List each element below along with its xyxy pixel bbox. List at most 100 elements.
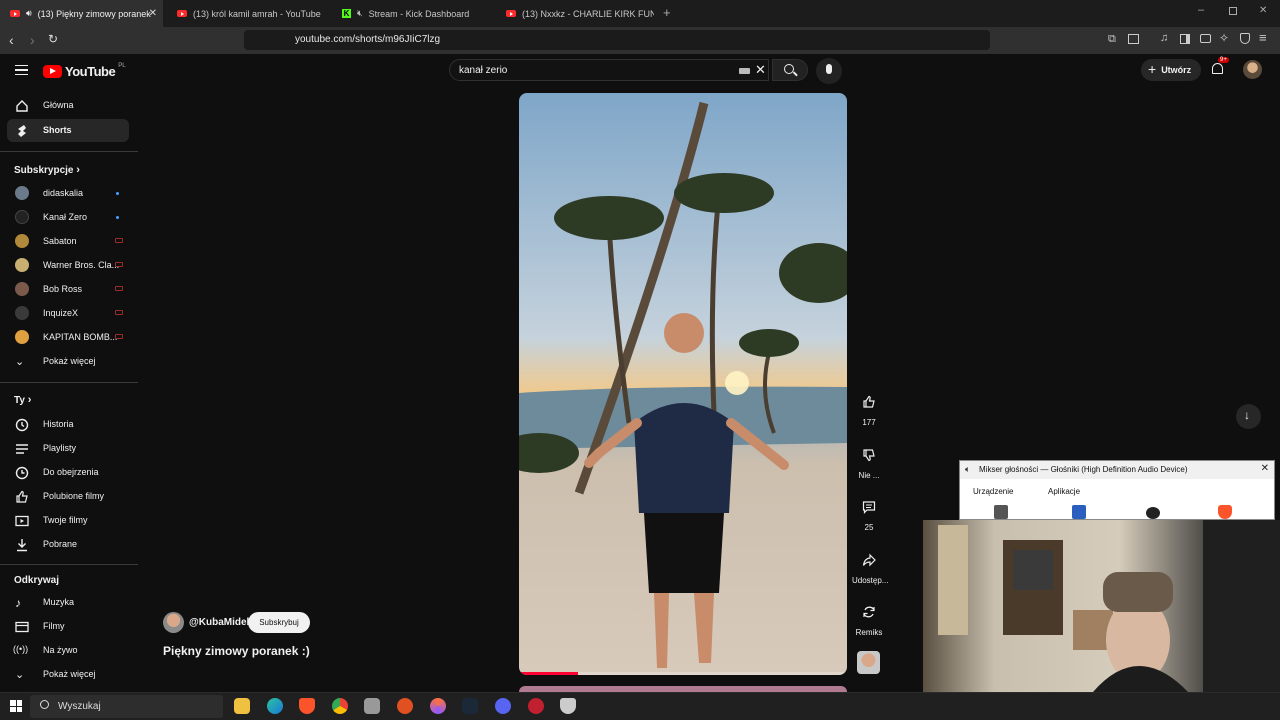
new-tab-button[interactable]: + [663,5,671,20]
wallet-icon[interactable] [1200,34,1211,43]
subscription-label: Kanał Zero [43,212,88,222]
voice-search-button[interactable] [816,58,842,84]
sidebar-item-films[interactable]: Filmy [7,615,129,638]
windows-start-icon[interactable] [10,700,22,712]
sidebar-label: Polubione filmy [43,491,105,501]
subscribe-button[interactable]: Subskrybuj [248,612,310,633]
channel-avatar [15,210,29,224]
sidebar-item-watch-later[interactable]: Do obejrzenia [7,461,129,484]
tab-kick-dashboard[interactable]: K 🔇︎ Stream - Kick Dashboard [332,0,492,27]
plus-icon: + [1148,61,1157,77]
create-button[interactable]: + Utwórz [1141,59,1201,81]
subscription-item[interactable]: Kanał Zero [7,206,129,229]
subscription-label: KAPITAN BOMB... [43,332,118,342]
next-short-button[interactable]: ↓ [1236,404,1261,429]
app-icon-active[interactable] [560,698,576,714]
video-progress-bar[interactable] [519,672,847,675]
back-button[interactable]: ‹ [9,32,14,48]
url-text[interactable]: youtube.com/shorts/m96JIiC7lzg [295,34,440,45]
forward-button[interactable]: › [30,32,35,48]
subscription-item[interactable]: KAPITAN BOMB... [7,326,129,349]
minimize-button[interactable]: – [1198,4,1204,16]
divider [0,382,138,383]
brave-icon[interactable] [299,698,315,714]
logo-wordmark: YouTube [65,63,116,79]
sidebar-item-liked[interactable]: Polubione filmy [7,485,129,508]
hamburger-menu-icon[interactable] [15,65,28,75]
search-input[interactable]: kanał zerio [459,65,507,76]
discord-icon[interactable] [495,698,511,714]
show-more-subscriptions[interactable]: ⌄ Pokaż więcej [7,350,129,373]
subscription-label: InquizeX [43,308,79,318]
reload-button[interactable]: ↻ [48,32,58,46]
subscription-item[interactable]: Warner Bros. Cla... [7,254,129,277]
chevron-down-icon: ⌄ [15,669,25,681]
live-indicator-icon [115,262,123,267]
sidebar-item-music[interactable]: ♪ Muzyka [7,591,129,614]
sidebar-item-home[interactable]: Główna [7,94,129,117]
vpn-icon[interactable] [1240,33,1250,44]
dislike-button[interactable]: Nie ... [852,443,886,480]
you-title[interactable]: Ty › [14,394,31,406]
logo-region: PL [118,63,126,69]
sidebar-item-playlists[interactable]: Playlisty [7,437,129,460]
edge-icon[interactable] [267,698,283,714]
keyboard-icon[interactable] [739,68,750,74]
obs-like-icon[interactable] [397,698,413,714]
account-avatar[interactable] [1243,60,1262,79]
channel-avatar [15,258,29,272]
subscription-label: Bob Ross [43,284,83,294]
subscription-item[interactable]: Sabaton [7,230,129,253]
playlist-icon [15,442,29,456]
comments-button[interactable]: 25 [852,495,886,532]
screenshot-icon[interactable] [1128,34,1139,44]
short-video[interactable] [519,93,847,675]
sidebar-item-history[interactable]: Historia [7,413,129,436]
tab-youtube-funk[interactable]: (13) Nxxkz - CHARLIE KIRK FUNK (OF [496,0,654,27]
subscription-item[interactable]: InquizeX [7,302,129,325]
mixer-close-button[interactable]: ✕ [1261,463,1269,474]
leo-ai-icon[interactable]: ✧ [1219,31,1229,45]
dislike-label: Nie ... [858,471,880,480]
show-more-explore[interactable]: ⌄ Pokaż więcej [7,663,129,686]
taskbar-search-box[interactable]: Wyszukaj [30,695,223,718]
sidebar-item-live[interactable]: ((•)) Na żywo [7,639,129,662]
divider [0,564,138,565]
video-progress-fill [519,672,579,675]
menu-icon[interactable]: ≡ [1259,30,1267,45]
search-button[interactable] [772,59,808,81]
media-icon[interactable]: ♫ [1160,32,1168,44]
like-button[interactable]: 177 [852,390,886,427]
share-button[interactable]: Udostęp... [852,548,888,585]
sidebar-item-downloads[interactable]: Pobrane [7,533,129,556]
download-icon [15,538,29,552]
sidebar-toggle-icon[interactable] [1180,34,1190,44]
firefox-icon[interactable] [430,698,446,714]
new-content-dot [116,216,119,219]
remix-button[interactable]: Remiks [852,600,886,637]
steam-icon[interactable] [462,698,478,714]
notifications-button[interactable]: 9+ [1211,57,1229,76]
sidebar-item-your-videos[interactable]: Twoje filmy [7,509,129,532]
extensions-icon[interactable]: ⧉ [1108,33,1116,46]
subscription-item[interactable]: didaskalia [7,182,129,205]
file-explorer-icon[interactable] [234,698,250,714]
subscription-item[interactable]: Bob Ross [7,278,129,301]
chevron-down-icon: ⌄ [15,356,25,368]
close-icon[interactable]: ✕ [149,8,157,19]
app-icon[interactable] [528,698,544,714]
sidebar-item-shorts[interactable]: Shorts [7,119,129,142]
channel-avatar [15,186,29,200]
tab-active[interactable]: 🔊︎ (13) Piękny zimowy poranek ✕ [0,0,163,27]
clear-search-icon[interactable]: ✕ [755,62,766,78]
youtube-logo[interactable]: YouTube PL [43,63,126,79]
tab-youtube-krol[interactable]: (13) król kamil amrah - YouTube [167,0,327,27]
channel-avatar[interactable] [163,612,184,633]
subscriptions-title[interactable]: Subskrypcje › [14,164,80,176]
maximize-button[interactable] [1229,7,1237,15]
app-icon[interactable] [364,698,380,714]
window-close-button[interactable]: ✕ [1259,5,1267,16]
chrome-icon[interactable] [332,698,348,714]
sound-avatar[interactable] [857,651,880,674]
channel-name[interactable]: @KubaMidel [189,617,249,628]
